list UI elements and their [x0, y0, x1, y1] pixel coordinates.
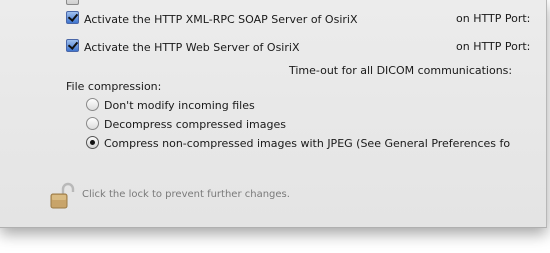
file-compression-heading: File compression:	[66, 80, 162, 93]
xmlrpc-server-option[interactable]: Activate the HTTP XML-RPC SOAP Server of…	[66, 11, 358, 26]
radio-decompress[interactable]	[86, 117, 99, 130]
lock-hint-text: Click the lock to prevent further change…	[82, 189, 290, 200]
compression-option-decompress[interactable]: Decompress compressed images	[86, 117, 286, 131]
compression-option-label: Don't modify incoming files	[104, 99, 255, 112]
web-port-label: on HTTP Port:	[456, 40, 531, 53]
radio-jpeg[interactable]	[86, 136, 99, 149]
xmlrpc-server-checkbox[interactable]	[66, 11, 79, 24]
compression-option-label: Decompress compressed images	[104, 118, 286, 131]
web-server-checkbox[interactable]	[66, 39, 79, 52]
web-server-label: Activate the HTTP Web Server of OsiriX	[84, 41, 300, 54]
compression-option-dont-modify[interactable]: Don't modify incoming files	[86, 98, 255, 112]
xmlrpc-server-label: Activate the HTTP XML-RPC SOAP Server of…	[84, 13, 358, 26]
lock-button[interactable]	[50, 181, 76, 215]
xmlrpc-port-label: on HTTP Port:	[456, 12, 531, 25]
dicom-timeout-label: Time-out for all DICOM communications:	[289, 64, 513, 77]
web-server-option[interactable]: Activate the HTTP Web Server of OsiriX	[66, 39, 299, 54]
clipped-checkbox[interactable]	[66, 0, 79, 5]
unlocked-padlock-icon	[50, 182, 75, 209]
compression-option-label: Compress non-compressed images with JPEG…	[104, 137, 511, 150]
compression-option-jpeg[interactable]: Compress non-compressed images with JPEG…	[86, 136, 510, 150]
radio-dont-modify[interactable]	[86, 98, 99, 111]
preferences-window: Activate the HTTP XML-RPC SOAP Server of…	[0, 0, 547, 228]
